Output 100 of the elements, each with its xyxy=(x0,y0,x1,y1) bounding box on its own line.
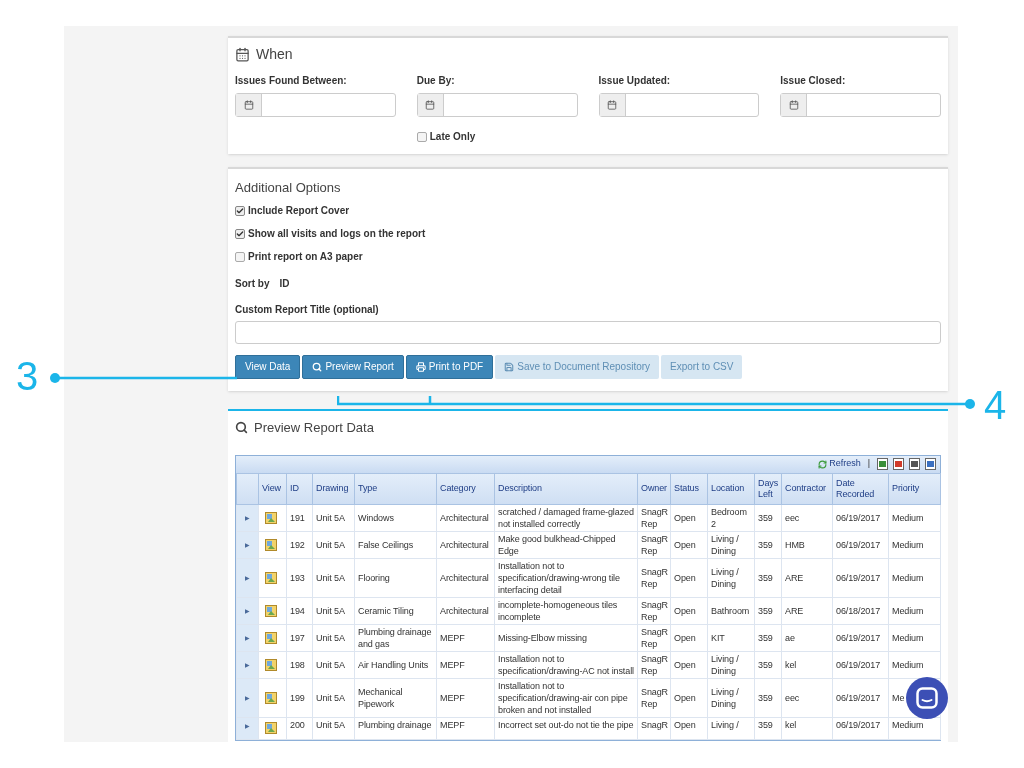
table-cell: Unit 5A xyxy=(316,539,345,550)
image-icon xyxy=(265,658,277,671)
column-header[interactable]: Category xyxy=(436,473,495,504)
table-cell: Medium xyxy=(892,512,924,523)
table-cell: Medium xyxy=(892,572,924,583)
table-cell: 359 xyxy=(758,719,773,730)
table-cell: Windows xyxy=(358,512,394,523)
table-cell: SnagR Rep xyxy=(641,533,669,556)
field-label: Custom Report Title (optional) xyxy=(235,303,380,317)
table-cell: 06/19/2017 xyxy=(836,632,881,643)
table-cell: Me xyxy=(892,692,905,703)
checkbox-label: Print report on A3 paper xyxy=(248,250,363,264)
column-header[interactable]: Type xyxy=(354,473,437,504)
refresh-icon xyxy=(818,459,828,469)
table-cell: Medium xyxy=(892,659,924,670)
table-cell: 06/19/2017 xyxy=(836,572,881,583)
column-header[interactable]: Days Left xyxy=(754,473,782,504)
image-icon xyxy=(265,691,277,704)
spreadsheet-icon[interactable] xyxy=(877,458,888,470)
table-cell: Unit 5A xyxy=(316,632,345,643)
image-icon xyxy=(265,571,277,584)
column-header[interactable]: View xyxy=(258,473,287,504)
column-header[interactable]: Priority xyxy=(888,473,941,504)
calendar-icon xyxy=(788,100,799,110)
table-cell: 359 xyxy=(758,632,773,643)
table-cell: Architectural xyxy=(440,605,489,616)
sort-value: ID xyxy=(279,276,290,291)
table-cell: SnagR Rep xyxy=(641,626,669,649)
checkbox-label: Include Report Cover xyxy=(248,204,350,218)
table-cell: 192 xyxy=(290,539,305,550)
late-only-checkbox[interactable] xyxy=(416,131,427,142)
table-cell: Unit 5A xyxy=(316,512,345,523)
date-field[interactable] xyxy=(780,93,941,117)
file-icon[interactable] xyxy=(909,458,920,470)
column-header[interactable]: Contractor xyxy=(781,473,833,504)
table-cell: kel xyxy=(785,659,797,670)
table-cell: 359 xyxy=(758,572,773,583)
table-cell: Living / Dining xyxy=(711,533,739,556)
refresh-button[interactable]: Refresh xyxy=(818,457,861,471)
table-cell: 06/19/2017 xyxy=(836,719,881,730)
date-field[interactable] xyxy=(598,93,760,117)
table-cell: Open xyxy=(674,692,696,703)
column-header[interactable]: Description xyxy=(494,473,638,504)
table-cell: 359 xyxy=(758,659,773,670)
table-cell: Open xyxy=(674,632,696,643)
table-cell: MEPF xyxy=(440,719,465,730)
table-cell: SnagR Rep xyxy=(641,599,669,622)
date-field[interactable] xyxy=(416,93,578,117)
table-cell: Unit 5A xyxy=(316,605,345,616)
table-cell: ae xyxy=(785,632,795,643)
table-cell: ARE xyxy=(785,572,804,583)
table-cell: Plumbing drainage and gas xyxy=(358,626,432,649)
field-label: Issues Found Between: xyxy=(235,74,348,87)
table-cell: SnagR Rep xyxy=(641,653,669,676)
table-cell: Make good bulkhead-Chipped Edge xyxy=(498,533,616,556)
checkbox[interactable] xyxy=(235,251,245,262)
table-cell: Architectural xyxy=(440,572,489,583)
table-cell: Unit 5A xyxy=(316,659,345,670)
table-cell: 198 xyxy=(290,659,305,670)
calendar-icon xyxy=(425,100,436,110)
report-button[interactable]: Print to PDF xyxy=(405,354,494,379)
calendar-icon xyxy=(243,100,254,110)
column-header[interactable]: Location xyxy=(707,473,755,504)
checkbox[interactable] xyxy=(235,205,245,216)
printer-icon xyxy=(415,361,426,372)
column-header[interactable]: Drawing xyxy=(312,473,355,504)
table-cell: SnagR Rep xyxy=(641,566,669,589)
callout-number: 3 xyxy=(16,354,39,398)
panel-title: When xyxy=(256,44,293,64)
column-header[interactable]: Status xyxy=(670,473,708,504)
panel-title: Additional Options xyxy=(235,179,342,196)
document-icon[interactable] xyxy=(925,458,936,470)
column-header[interactable]: Owner xyxy=(637,473,671,504)
table-cell: eec xyxy=(785,692,800,703)
checkbox[interactable] xyxy=(235,228,245,239)
panel-title: Preview Report Data xyxy=(254,418,374,437)
table-cell: 200 xyxy=(290,719,305,730)
table-cell: Medium xyxy=(892,539,924,550)
table-cell: 06/19/2017 xyxy=(836,512,881,523)
document-icon[interactable] xyxy=(893,458,904,470)
table-cell: HMB xyxy=(785,539,805,550)
table-cell: Living / Dining xyxy=(711,566,739,589)
checkbox-label: Late Only xyxy=(429,130,476,144)
table-cell: 359 xyxy=(758,692,773,703)
table-cell: False Ceilings xyxy=(358,539,414,550)
table-cell: Flooring xyxy=(358,572,390,583)
table-cell: Unit 5A xyxy=(316,572,345,583)
report-button[interactable]: View Data xyxy=(235,354,301,379)
table-cell: Architectural xyxy=(440,512,489,523)
callout-number: 4 xyxy=(984,383,1007,427)
date-field[interactable] xyxy=(235,93,396,117)
table-cell: 359 xyxy=(758,605,773,616)
table-cell: Plumbing drainage xyxy=(358,719,432,730)
table-cell: 359 xyxy=(758,539,773,550)
table-cell: MEPF xyxy=(440,692,465,703)
column-header[interactable]: ID xyxy=(286,473,313,504)
column-header[interactable]: Date Recorded xyxy=(832,473,889,504)
report-button[interactable]: Preview Report xyxy=(302,354,404,379)
table-cell: 06/18/2017 xyxy=(836,605,881,616)
report-title-field[interactable] xyxy=(235,321,941,344)
